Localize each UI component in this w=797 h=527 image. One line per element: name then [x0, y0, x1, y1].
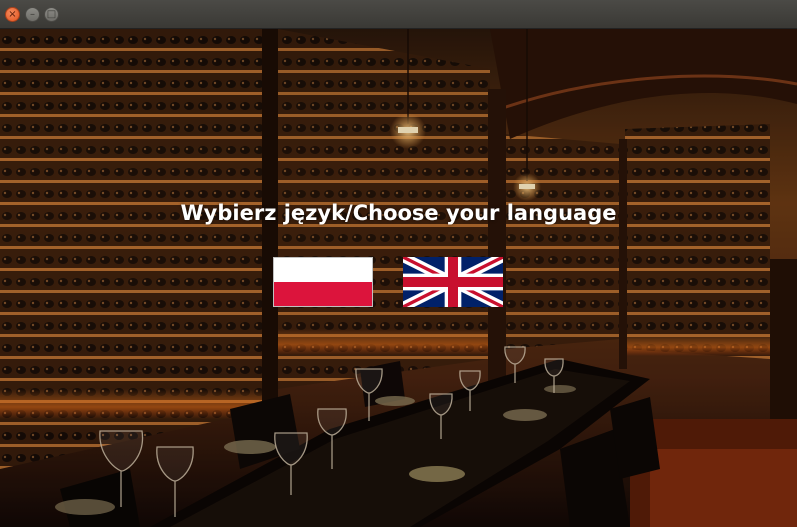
- minimize-window-button[interactable]: –: [25, 7, 40, 22]
- english-flag-button[interactable]: [403, 257, 503, 307]
- language-prompt-heading: Wybierz język/Choose your language: [180, 201, 617, 225]
- app-window: × – □ Wybierz język/Choose your language: [0, 0, 797, 527]
- title-bar: × – □: [0, 0, 797, 29]
- wine-cellar-background-image: [0, 29, 797, 527]
- close-window-button[interactable]: ×: [5, 7, 20, 22]
- polish-flag-button[interactable]: [273, 257, 373, 307]
- language-selection-screen: Wybierz język/Choose your language: [0, 29, 797, 527]
- maximize-window-button[interactable]: □: [44, 7, 59, 22]
